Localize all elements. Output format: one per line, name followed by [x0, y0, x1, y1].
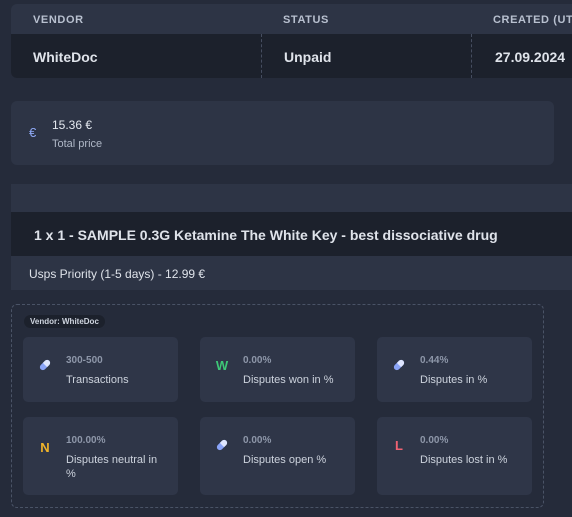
order-item: 1 x 1 - SAMPLE 0.3G Ketamine The White K… — [11, 184, 572, 290]
pill-icon — [37, 357, 53, 373]
stat-label: Disputes lost in % — [420, 454, 508, 466]
order-table: VENDOR STATUS CREATED (UTC WhiteDoc Unpa… — [11, 4, 572, 78]
pill-icon — [214, 437, 230, 453]
stat-card-disputes-neutral: N 100.00% Disputes neutral in % — [23, 417, 178, 495]
shipping-method: Usps Priority (1-5 days) - 12.99 € — [29, 267, 206, 281]
letter-l-icon: L — [395, 437, 403, 453]
stat-label: Disputes in % — [420, 374, 488, 386]
stat-card-transactions: 300-500 Transactions — [23, 337, 178, 402]
stat-value: 0.00% — [243, 435, 272, 446]
stat-card-disputes-lost: L 0.00% Disputes lost in % — [377, 417, 532, 495]
stat-label: Transactions — [66, 374, 129, 386]
vendor-badge: Vendor: WhiteDoc — [24, 315, 105, 328]
vendor-stats-panel: Vendor: WhiteDoc 300-500 Transactions W … — [11, 304, 544, 508]
item-title-row: 1 x 1 - SAMPLE 0.3G Ketamine The White K… — [11, 212, 572, 256]
stat-value: 300-500 — [66, 355, 103, 366]
stat-card-disputes-won: W 0.00% Disputes won in % — [200, 337, 355, 402]
stat-label: Disputes open % — [243, 454, 327, 466]
stat-value: 100.00% — [66, 435, 106, 446]
column-divider — [261, 34, 262, 78]
column-header-status: STATUS — [283, 14, 329, 26]
order-page: VENDOR STATUS CREATED (UTC WhiteDoc Unpa… — [0, 0, 572, 517]
pill-icon — [391, 357, 407, 373]
item-title: 1 x 1 - SAMPLE 0.3G Ketamine The White K… — [34, 227, 498, 243]
stat-label: Disputes won in % — [243, 374, 334, 386]
vendor-name-link[interactable]: WhiteDoc — [33, 49, 98, 65]
order-table-row: WhiteDoc Unpaid 27.09.2024 — [11, 34, 572, 78]
stat-value: 0.00% — [420, 435, 449, 446]
order-table-header: VENDOR STATUS CREATED (UTC — [11, 4, 572, 34]
column-header-vendor: VENDOR — [33, 14, 84, 26]
letter-w-icon: W — [215, 357, 229, 373]
euro-icon: € — [29, 125, 37, 140]
order-status: Unpaid — [284, 49, 332, 65]
total-price-card: € 15.36 € Total price — [11, 101, 554, 165]
column-divider — [471, 34, 472, 78]
column-header-created: CREATED (UTC — [493, 14, 572, 26]
order-created-date: 27.09.2024 — [495, 49, 566, 65]
total-price-label: Total price — [52, 138, 103, 150]
stat-card-disputes-open: 0.00% Disputes open % — [200, 417, 355, 495]
stat-card-disputes: 0.44% Disputes in % — [377, 337, 532, 402]
stat-value: 0.44% — [420, 355, 449, 366]
total-price-value: 15.36 € — [52, 118, 93, 132]
stat-value: 0.00% — [243, 355, 272, 366]
stat-label: Disputes neutral in % — [66, 454, 158, 480]
letter-n-icon: N — [40, 439, 50, 455]
